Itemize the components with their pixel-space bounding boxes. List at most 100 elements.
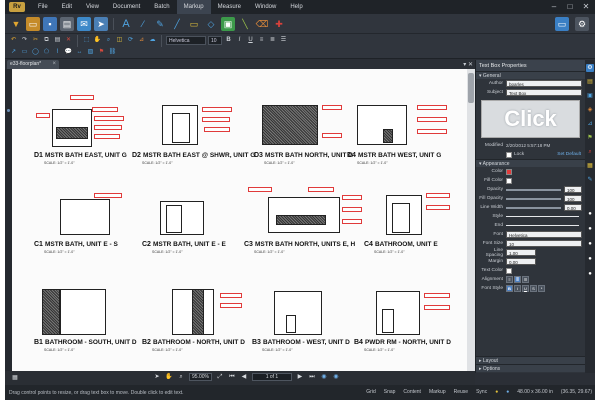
callout-icon[interactable]: 💬 [64,48,73,57]
rectangle-icon[interactable]: ▭ [20,48,29,57]
align-left-button[interactable]: ≡ [506,276,513,283]
markup-callout[interactable] [426,205,450,210]
scrollbar-thumb[interactable] [468,73,474,103]
menu-file[interactable]: File [31,0,55,14]
menu-markup[interactable]: Markup [176,0,211,14]
paste-icon[interactable]: ▤ [53,36,62,45]
folder-icon[interactable]: ▭ [26,16,40,31]
fit-page-icon[interactable]: ⤢ [216,373,224,381]
markup-callout[interactable] [308,187,334,192]
panel-dot-icon[interactable]: ● [586,270,594,278]
sheet-c2[interactable]: C2 MSTR BATH, UNIT E - E SCALE: 1/2" = 1'… [142,189,242,264]
align-left-icon[interactable]: ≡ [257,36,266,45]
sheet-d1[interactable]: D1 MSTR BATH EAST, UNIT G SCALE: 1/2" = 1… [34,83,134,183]
markup-callout[interactable] [94,116,124,121]
tab-close-all-icon[interactable]: ✕ [468,62,473,68]
undo-icon[interactable]: ↶ [9,36,18,45]
color-swatch[interactable] [506,168,512,175]
search-icon[interactable]: ⌕ [586,148,594,156]
maximize-icon[interactable]: □ [565,2,575,11]
app-logo-icon[interactable]: Rv [9,2,25,12]
document-tab[interactable]: e33-floorplan* × [7,60,59,69]
thumbnail-toggle-icon[interactable]: ▦ [11,374,19,382]
grid-toggle[interactable]: Grid [366,389,375,395]
signatures-icon[interactable]: ✎ [586,176,594,184]
info-icon[interactable]: ● [506,389,509,395]
margin-field[interactable]: 0.00 [506,258,536,265]
text-tool-icon[interactable]: A [119,17,133,31]
open-folder-icon[interactable]: ▼ [9,17,23,31]
opacity-slider[interactable] [506,188,561,191]
markup-callout[interactable] [417,129,447,134]
tab-list-icon[interactable]: ▾ [463,62,466,68]
sheet-c3[interactable]: C3 MSTR BATH NORTH, UNITS E, H SCALE: 1/2… [244,183,364,264]
save-icon[interactable]: ▪ [43,16,57,31]
line-style-select[interactable] [506,216,579,217]
snap-toggle[interactable]: Snap [384,389,396,395]
sheet-d3[interactable]: D3 MSTR BATH NORTH, UNIT G SCALE: 1/2" = … [242,83,353,183]
sheet-d2[interactable]: D2 MSTR BATH EAST @ SHWR, UNIT G SCALE: 1… [132,83,255,183]
alerts-icon[interactable]: ● [495,389,498,395]
zoom-icon[interactable]: ⌕ [104,36,113,45]
align-right-icon[interactable]: ☰ [279,36,288,45]
sheet-c4[interactable]: C4 BATHROOM, UNIT E SCALE: 1/2" = 1'-0" [364,189,464,264]
underline-icon[interactable]: U [246,36,255,45]
next-view-icon[interactable]: ◉ [332,373,340,381]
cut-icon[interactable]: ✂ [31,36,40,45]
email-icon[interactable]: ✉ [77,16,91,31]
fill-opacity-slider[interactable] [506,197,561,200]
general-section-header[interactable]: ▾ General [476,71,585,79]
bold-icon[interactable]: B [224,36,233,45]
close-icon[interactable]: ✕ [581,2,591,11]
panel-dot-icon[interactable]: ● [586,255,594,263]
pencil-tool-icon[interactable]: ✎ [153,17,167,31]
markup-callout[interactable] [202,107,232,112]
last-page-icon[interactable]: ⏭ [308,373,316,381]
font-select[interactable]: Helvetica [506,231,582,238]
vertical-scrollbar[interactable] [467,69,475,371]
dimension-icon[interactable]: ↔ [75,48,84,57]
font-size-field[interactable]: 10 [208,36,222,45]
next-page-icon[interactable]: ▶ [296,373,304,381]
minimize-icon[interactable]: – [549,2,559,11]
print-icon[interactable]: ▤ [60,16,74,31]
rotate-icon[interactable]: ⟳ [126,36,135,45]
line-width-slider[interactable] [506,206,561,209]
sheet-c1[interactable]: C1 MSTR BATH, UNIT E - S SCALE: 1/2" = 1'… [34,189,134,264]
eraser-tool-icon[interactable]: ⌫ [255,17,269,31]
opacity-field[interactable]: 100 [564,186,582,193]
align-right-button[interactable]: ☰ [522,276,529,283]
panel-dot-icon[interactable]: ● [586,210,594,218]
markup-callout[interactable] [248,187,272,192]
cloud-icon[interactable]: ☁ [148,36,157,45]
strikethrough-button[interactable]: S [530,285,537,292]
line-spacing-field[interactable]: 1.00 [506,249,536,256]
note-tool-icon[interactable]: ▭ [187,17,201,31]
font-size-select[interactable]: 10 [506,240,582,247]
redo-icon[interactable]: ↷ [20,36,29,45]
menu-window[interactable]: Window [248,0,283,14]
layout-section-header[interactable]: ▸ Layout [476,356,585,364]
rail-handle-icon[interactable] [7,109,10,112]
image-tool-icon[interactable]: ▣ [221,16,235,31]
send-icon[interactable]: ➤ [94,16,108,31]
pen-tool-icon[interactable]: ⁄ [136,17,150,31]
document-canvas[interactable]: D1 MSTR BATH EAST, UNIT G SCALE: 1/2" = 1… [12,69,467,371]
delete-icon[interactable]: ✕ [64,36,73,45]
thumbnails-icon[interactable]: ▦ [586,162,594,170]
markup-callout[interactable] [202,117,230,122]
markup-callout[interactable] [92,107,118,112]
highlight-tool-icon[interactable]: ╱ [170,17,184,31]
align-center-button[interactable]: ≣ [514,276,521,283]
italic-icon[interactable]: I [235,36,244,45]
subject-field[interactable]: Text Box [506,89,582,96]
markup-toggle[interactable]: Markup [429,389,446,395]
superscript-button[interactable]: ˢ [538,285,545,292]
author-field[interactable]: bparles [506,80,582,87]
panel-dot-icon[interactable]: ● [586,240,594,248]
tool-chest-icon[interactable]: ▣ [586,92,594,100]
markup-callout[interactable] [417,117,447,122]
left-panel-rail[interactable] [5,69,12,371]
ellipse-icon[interactable]: ◯ [31,48,40,57]
markup-tool-icon[interactable]: ✚ [272,17,286,31]
